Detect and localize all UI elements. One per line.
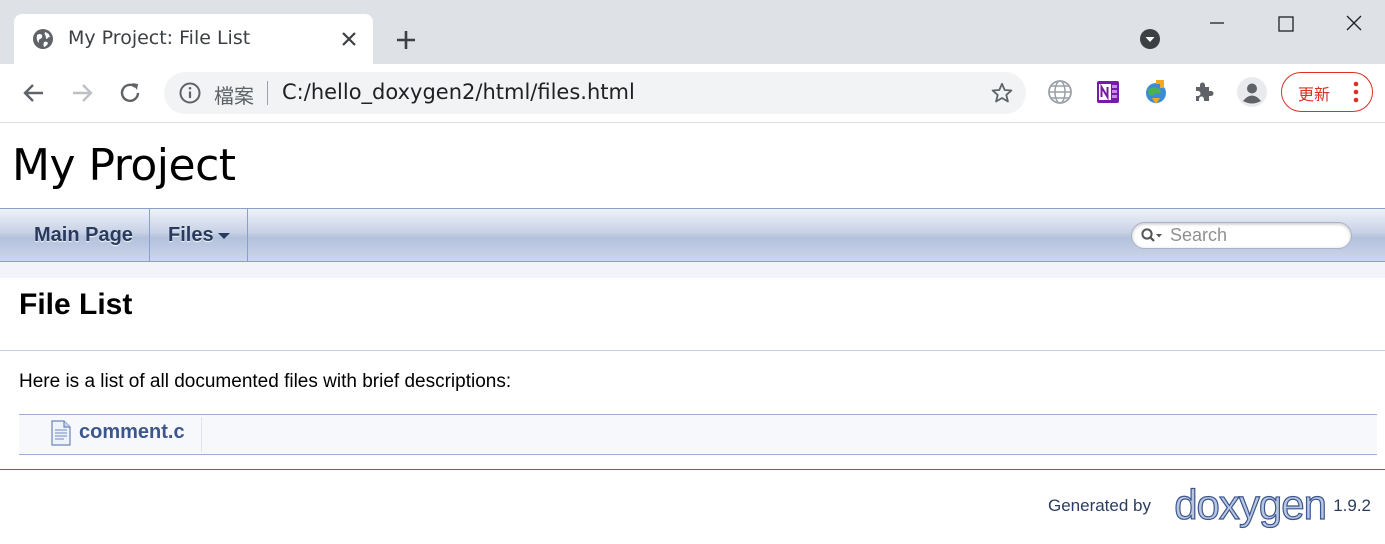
generated-by-label: Generated by: [1047, 496, 1151, 515]
minimize-icon[interactable]: [1202, 10, 1232, 40]
intro-text: Here is a list of all documented files w…: [19, 371, 512, 392]
download-manager-icon[interactable]: [1142, 78, 1170, 106]
nav-main-page-label: Main Page: [34, 224, 133, 246]
search-box[interactable]: [1131, 222, 1352, 249]
doxygen-navbar: Main Page Files: [0, 208, 1385, 262]
file-table: comment.c: [19, 414, 1377, 455]
plus-icon[interactable]: [392, 26, 420, 54]
tab-title: My Project: File List: [68, 27, 251, 49]
address-separator: [267, 81, 268, 105]
nav-files[interactable]: Files: [150, 209, 248, 261]
back-icon[interactable]: [19, 78, 49, 108]
footer: Generated by doxygen 1.9.2: [1011, 483, 1371, 528]
footer-divider: [0, 469, 1385, 470]
close-window-icon[interactable]: [1339, 10, 1369, 40]
chevron-down-icon: [218, 233, 230, 239]
browser-tab-strip: My Project: File List: [0, 0, 1385, 64]
nav-main-page[interactable]: Main Page: [0, 209, 150, 261]
nav-files-label: Files: [168, 224, 214, 246]
update-button[interactable]: 更新: [1281, 72, 1373, 112]
search-input[interactable]: [1170, 225, 1340, 246]
info-icon[interactable]: [178, 81, 202, 105]
close-icon[interactable]: [337, 27, 361, 51]
kebab-menu-icon[interactable]: [1346, 80, 1366, 104]
browser-tab[interactable]: My Project: File List: [14, 14, 373, 64]
reload-icon[interactable]: [115, 78, 145, 108]
doxygen-logo[interactable]: doxygen: [1174, 483, 1328, 526]
page-header: File List: [0, 278, 1385, 351]
navbar-subband: [0, 262, 1385, 278]
page-title: File List: [19, 288, 133, 321]
browser-toolbar: 檔案 C:/hello_doxygen2/html/files.html 更新: [0, 64, 1385, 123]
star-icon[interactable]: [990, 81, 1014, 105]
profile-icon[interactable]: [1236, 76, 1268, 108]
project-title: My Project: [12, 140, 236, 191]
file-icon: [51, 420, 71, 446]
address-scheme-label: 檔案: [214, 84, 254, 108]
address-bar[interactable]: 檔案 C:/hello_doxygen2/html/files.html: [164, 72, 1026, 114]
maximize-icon[interactable]: [1271, 10, 1301, 40]
globe-icon: [33, 29, 53, 49]
dropdown-icon[interactable]: [1139, 28, 1161, 50]
onenote-icon[interactable]: [1094, 78, 1122, 106]
file-link[interactable]: comment.c: [79, 421, 185, 444]
extensions-icon[interactable]: [1190, 78, 1218, 106]
search-icon[interactable]: [1140, 227, 1164, 245]
doxygen-version: 1.9.2: [1333, 496, 1371, 515]
translate-icon[interactable]: [1046, 78, 1074, 106]
address-url[interactable]: C:/hello_doxygen2/html/files.html: [282, 80, 635, 104]
column-divider: [201, 417, 202, 452]
forward-icon[interactable]: [67, 78, 97, 108]
update-label: 更新: [1298, 85, 1331, 104]
